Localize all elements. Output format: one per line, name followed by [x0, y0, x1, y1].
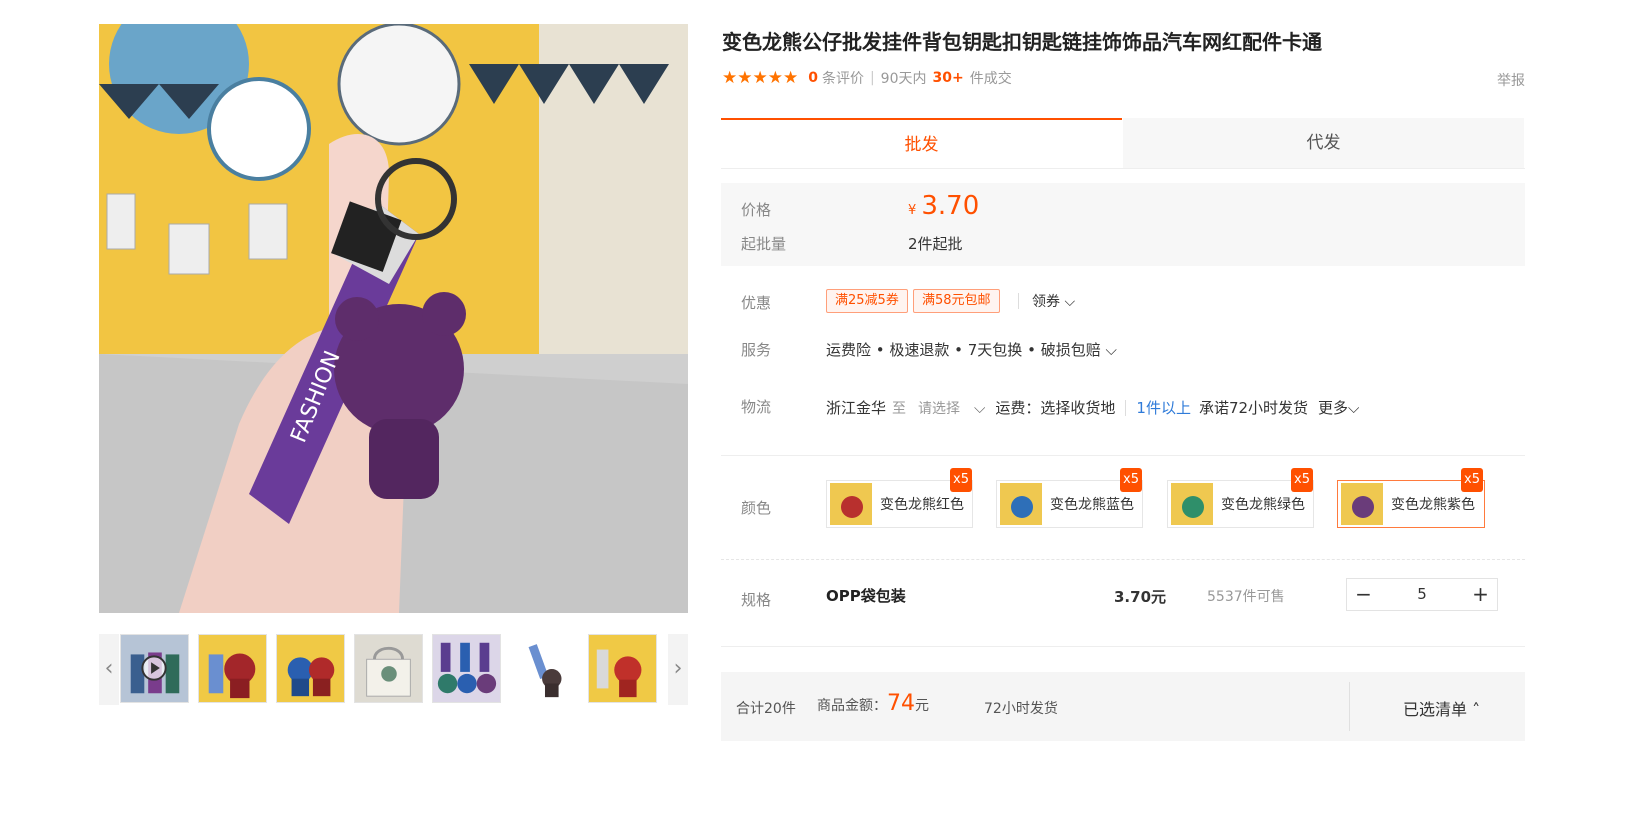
- price-amount: 3.70: [921, 191, 980, 221]
- thumbnail-three-bears[interactable]: [432, 634, 501, 703]
- destination-select[interactable]: 请选择: [918, 398, 960, 418]
- promotion-label: 优惠: [741, 294, 772, 312]
- origin-location: 浙江金华: [826, 399, 887, 417]
- color-swatch: [830, 483, 872, 525]
- coupon-tag[interactable]: 满25减5券: [826, 289, 908, 313]
- color-label: 颜色: [741, 499, 772, 517]
- tab-wholesale[interactable]: 批发: [721, 118, 1122, 168]
- color-option-label: 变色龙熊红色: [880, 497, 964, 513]
- purchase-mode-tabs: 批发 代发: [721, 118, 1525, 169]
- spec-stock: 5537件可售: [1207, 589, 1285, 605]
- divider: [1125, 399, 1127, 416]
- product-title: 变色龙熊公仔批发挂件背包钥匙扣钥匙链挂饰饰品汽车网红配件卡通: [722, 30, 1322, 54]
- quantity-badge: x5: [1120, 468, 1142, 492]
- ship-promise: 承诺72小时发货: [1198, 399, 1309, 417]
- divider: [1349, 682, 1350, 731]
- thumbnail-red-bear[interactable]: [198, 634, 267, 703]
- amount-total: 商品金额：74元: [817, 691, 929, 716]
- thumbnail-blue-bear[interactable]: [276, 634, 345, 703]
- plus-button[interactable]: +: [1464, 579, 1497, 610]
- thumbnail-single-charm[interactable]: [510, 634, 579, 703]
- shipping-fee: 运费：选择收货地: [995, 399, 1116, 417]
- service-label: 服务: [741, 341, 772, 359]
- divider: [721, 455, 1525, 456]
- thumbnail-strip: ‹ ›: [99, 634, 688, 705]
- thumbnail-tote-bag[interactable]: [354, 634, 423, 703]
- color-option-label: 变色龙熊绿色: [1221, 497, 1305, 513]
- quantity-badge: x5: [1291, 468, 1313, 492]
- price-value: ¥ 3.70: [908, 191, 979, 221]
- swatch-fill: [1352, 496, 1374, 518]
- quantity-badge: x5: [950, 468, 972, 492]
- quantity-badge: x5: [1461, 468, 1483, 492]
- order-summary-bar: 合计20件 商品金额：74元 72小时发货 已选清单 ˄: [721, 672, 1525, 741]
- tab-dropship[interactable]: 代发: [1123, 118, 1524, 168]
- sales-label: 件成交: [969, 71, 1012, 87]
- thumbnail-red-charm[interactable]: [588, 634, 657, 703]
- sales-count: 30+: [932, 70, 964, 86]
- quantity-input[interactable]: 5: [1380, 579, 1464, 610]
- service-list[interactable]: 运费险 • 极速退款 • 7天包换 • 破损包赔 ⌵: [826, 339, 1117, 360]
- divider: [721, 646, 1525, 647]
- coupon-tag[interactable]: 满58元包邮: [913, 289, 1000, 313]
- spec-name: OPP袋包装: [826, 587, 906, 605]
- claim-coupon-link[interactable]: 领券 ⌵: [1032, 291, 1075, 311]
- color-swatch: [1000, 483, 1042, 525]
- keychain-photo: FASHION: [99, 24, 688, 613]
- quantity-stepper: − 5 +: [1346, 578, 1498, 611]
- color-option-label: 变色龙熊紫色: [1391, 497, 1475, 513]
- thumbnail-video[interactable]: [120, 634, 189, 703]
- qty-threshold: 1件以上: [1136, 399, 1191, 417]
- currency-symbol: ¥: [908, 203, 917, 218]
- divider: |: [869, 70, 875, 86]
- sales-period: 90天内: [880, 71, 927, 87]
- swatch-fill: [1182, 496, 1204, 518]
- chevron-right-icon[interactable]: ›: [668, 634, 688, 705]
- price-block: 价格 ¥ 3.70 起批量 2件起批: [721, 183, 1525, 266]
- spec-price: 3.70元: [1114, 588, 1167, 606]
- color-option-label: 变色龙熊蓝色: [1050, 497, 1134, 513]
- report-link[interactable]: 举报: [1497, 70, 1525, 90]
- main-product-image[interactable]: FASHION: [99, 24, 688, 613]
- logistics-row: 浙江金华 至 请选择 ⌵ 运费：选择收货地 1件以上 承诺72小时发货 更多⌵: [826, 397, 1359, 418]
- ship-time: 72小时发货: [984, 701, 1058, 717]
- moq-label: 起批量: [741, 235, 787, 253]
- chevron-left-icon[interactable]: ‹: [99, 634, 119, 705]
- amount-label: 商品金额：: [817, 698, 887, 714]
- price-label: 价格: [741, 201, 772, 219]
- logistics-label: 物流: [741, 398, 772, 416]
- amount-value: 74: [887, 691, 915, 716]
- swatch-fill: [1011, 496, 1033, 518]
- divider: [1018, 293, 1019, 309]
- to-label: 至: [892, 400, 907, 417]
- spec-label: 规格: [741, 591, 772, 609]
- minus-button[interactable]: −: [1347, 579, 1380, 610]
- color-swatch: [1171, 483, 1213, 525]
- review-label[interactable]: 条评价: [822, 68, 864, 88]
- star-rating-icon: ★★★★★: [722, 68, 799, 88]
- more-dropdown[interactable]: 更多⌵: [1318, 397, 1359, 418]
- selected-list-toggle[interactable]: 已选清单 ˄: [1403, 696, 1480, 720]
- review-count[interactable]: 0: [808, 70, 818, 86]
- moq-value: 2件起批: [908, 235, 963, 253]
- color-swatch: [1341, 483, 1383, 525]
- chevron-down-icon[interactable]: ⌵: [974, 399, 985, 417]
- total-count: 合计20件: [736, 701, 796, 717]
- divider: [721, 559, 1525, 560]
- amount-unit: 元: [915, 698, 929, 714]
- swatch-fill: [841, 496, 863, 518]
- rating-row: ★★★★★ 0 条评价 | 90天内 30+ 件成交: [722, 68, 1012, 88]
